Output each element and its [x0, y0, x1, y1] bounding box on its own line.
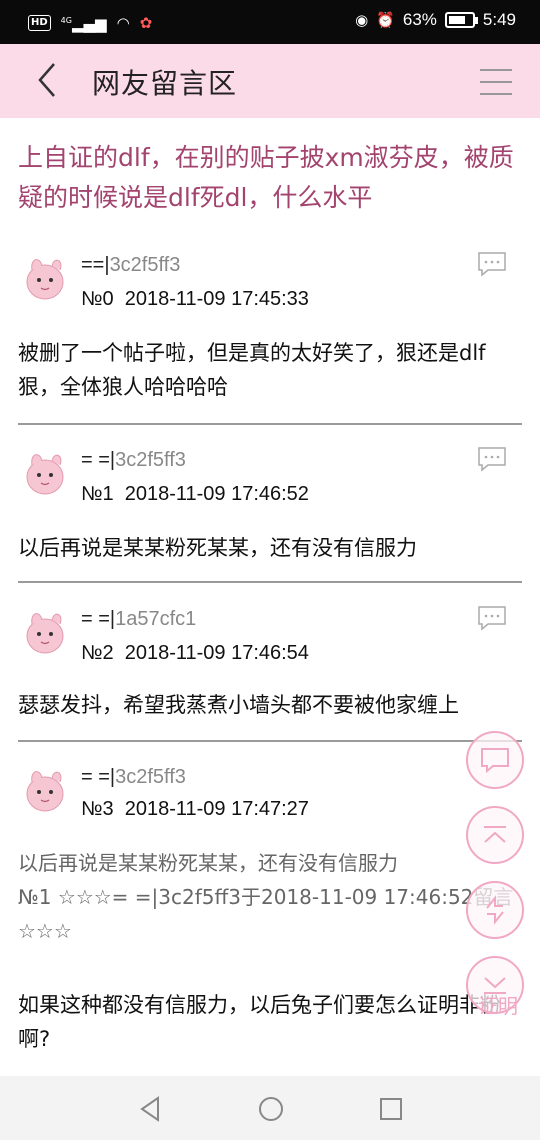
battery-percent: 63%: [402, 10, 437, 29]
alarm-icon: ⏰: [376, 11, 395, 29]
author-name: = =|3c2f5ff3: [81, 766, 186, 789]
menu-button[interactable]: [476, 62, 516, 102]
author-prefix: = =|: [81, 766, 116, 788]
timestamp: 2018-11-09 17:47:27: [124, 798, 309, 820]
author-name: = =|3c2f5ff3: [81, 449, 186, 472]
reply-button[interactable]: [476, 251, 508, 277]
floor-number: №0: [81, 288, 114, 310]
app-notification-icon: ✿: [139, 13, 153, 32]
author-name: = =|1a57cfc1: [81, 608, 196, 631]
post-meta: №0 2018-11-09 17:45:33: [81, 288, 309, 311]
quoted-reply: 以后再说是某某粉死某某，还有没有信服力 №1 ☆☆☆= =|3c2f5ff3于2…: [18, 851, 514, 943]
nav-home-button[interactable]: [256, 1094, 286, 1124]
clock: 5:49: [482, 10, 516, 29]
author-id: 3c2f5ff3: [115, 766, 186, 788]
refresh-icon: [486, 895, 504, 925]
eye-icon: ◉: [355, 11, 369, 29]
post-body: 被删了一个帖子啦，但是真的太好笑了，狠还是dlf狠，全体狼人哈哈哈哈: [18, 341, 486, 399]
divider: [18, 423, 522, 425]
divider: [18, 740, 522, 742]
wifi-icon: ◠: [116, 13, 130, 32]
avatar: [22, 764, 68, 814]
scroll-top-icon: [484, 826, 506, 843]
floating-comment-button[interactable]: [466, 731, 524, 789]
author-id: 3c2f5ff3: [115, 449, 186, 471]
reply-button[interactable]: [476, 446, 508, 472]
comment-icon: [478, 252, 506, 277]
hd-badge: HD: [28, 14, 51, 31]
back-arrow-icon: [38, 63, 55, 97]
author-id: 3c2f5ff3: [109, 254, 181, 276]
back-button[interactable]: [30, 58, 74, 104]
post-body: 以后再说是某某粉死某某，还有没有信服力: [18, 536, 417, 560]
comment-icon: [481, 748, 509, 774]
post-meta: №3 2018-11-09 17:47:27: [81, 798, 309, 821]
floor-number: №1: [81, 483, 114, 505]
nav-recents-button[interactable]: [376, 1094, 406, 1124]
divider: [18, 581, 522, 583]
system-nav-bar: [0, 1076, 540, 1140]
author-id: 1a57cfc1: [115, 608, 197, 630]
timestamp: 2018-11-09 17:45:33: [124, 288, 309, 310]
author-prefix: = =|: [81, 608, 116, 630]
nav-back-button[interactable]: [136, 1094, 166, 1124]
scroll-top-button[interactable]: [466, 806, 524, 864]
avatar: [22, 447, 68, 497]
network-type: 4G: [60, 16, 72, 25]
comment-icon: [478, 447, 506, 472]
comment-icon: [478, 606, 506, 631]
avatar: [22, 606, 68, 656]
app-header: 网友留言区: [0, 44, 540, 118]
nav-home-icon: [259, 1097, 283, 1121]
floor-number: №2: [81, 642, 114, 664]
reply-button[interactable]: [476, 605, 508, 631]
signal-icon: 4G▂▄▆: [60, 15, 107, 33]
avatar: [22, 252, 68, 302]
author-prefix: ==|: [81, 254, 110, 276]
post-body: 瑟瑟发抖，希望我蒸煮小墙头都不要被他家缠上: [18, 693, 459, 717]
post-meta: №2 2018-11-09 17:46:54: [81, 642, 309, 665]
author-name: ==|3c2f5ff3: [81, 254, 180, 277]
post-body: 如果这种都没有信服力，以后兔子们要怎么证明非粉啊?: [18, 993, 501, 1051]
author-prefix: = =|: [81, 449, 116, 471]
floor-number: №3: [81, 798, 114, 820]
post-meta: №1 2018-11-09 17:46:52: [81, 483, 309, 506]
timestamp: 2018-11-09 17:46:54: [124, 642, 309, 664]
refresh-button[interactable]: [466, 881, 524, 939]
nav-back-icon: [140, 1096, 159, 1122]
topic-title: 上自证的dlf，在别的贴子披xm淑芬皮，被质疑的时候说是dlf死dl，什么水平: [18, 143, 514, 212]
battery-icon: [444, 12, 478, 28]
timestamp: 2018-11-09 17:46:52: [124, 483, 309, 505]
menu-icon: [480, 69, 512, 95]
page-title: 网友留言区: [92, 67, 238, 100]
status-bar: HD 4G▂▄▆ ◠ ✿ ◉ ⏰ 63% 5:49: [0, 0, 540, 44]
floating-overlay-text: 证明: [478, 994, 518, 1018]
nav-recents-icon: [380, 1098, 402, 1120]
